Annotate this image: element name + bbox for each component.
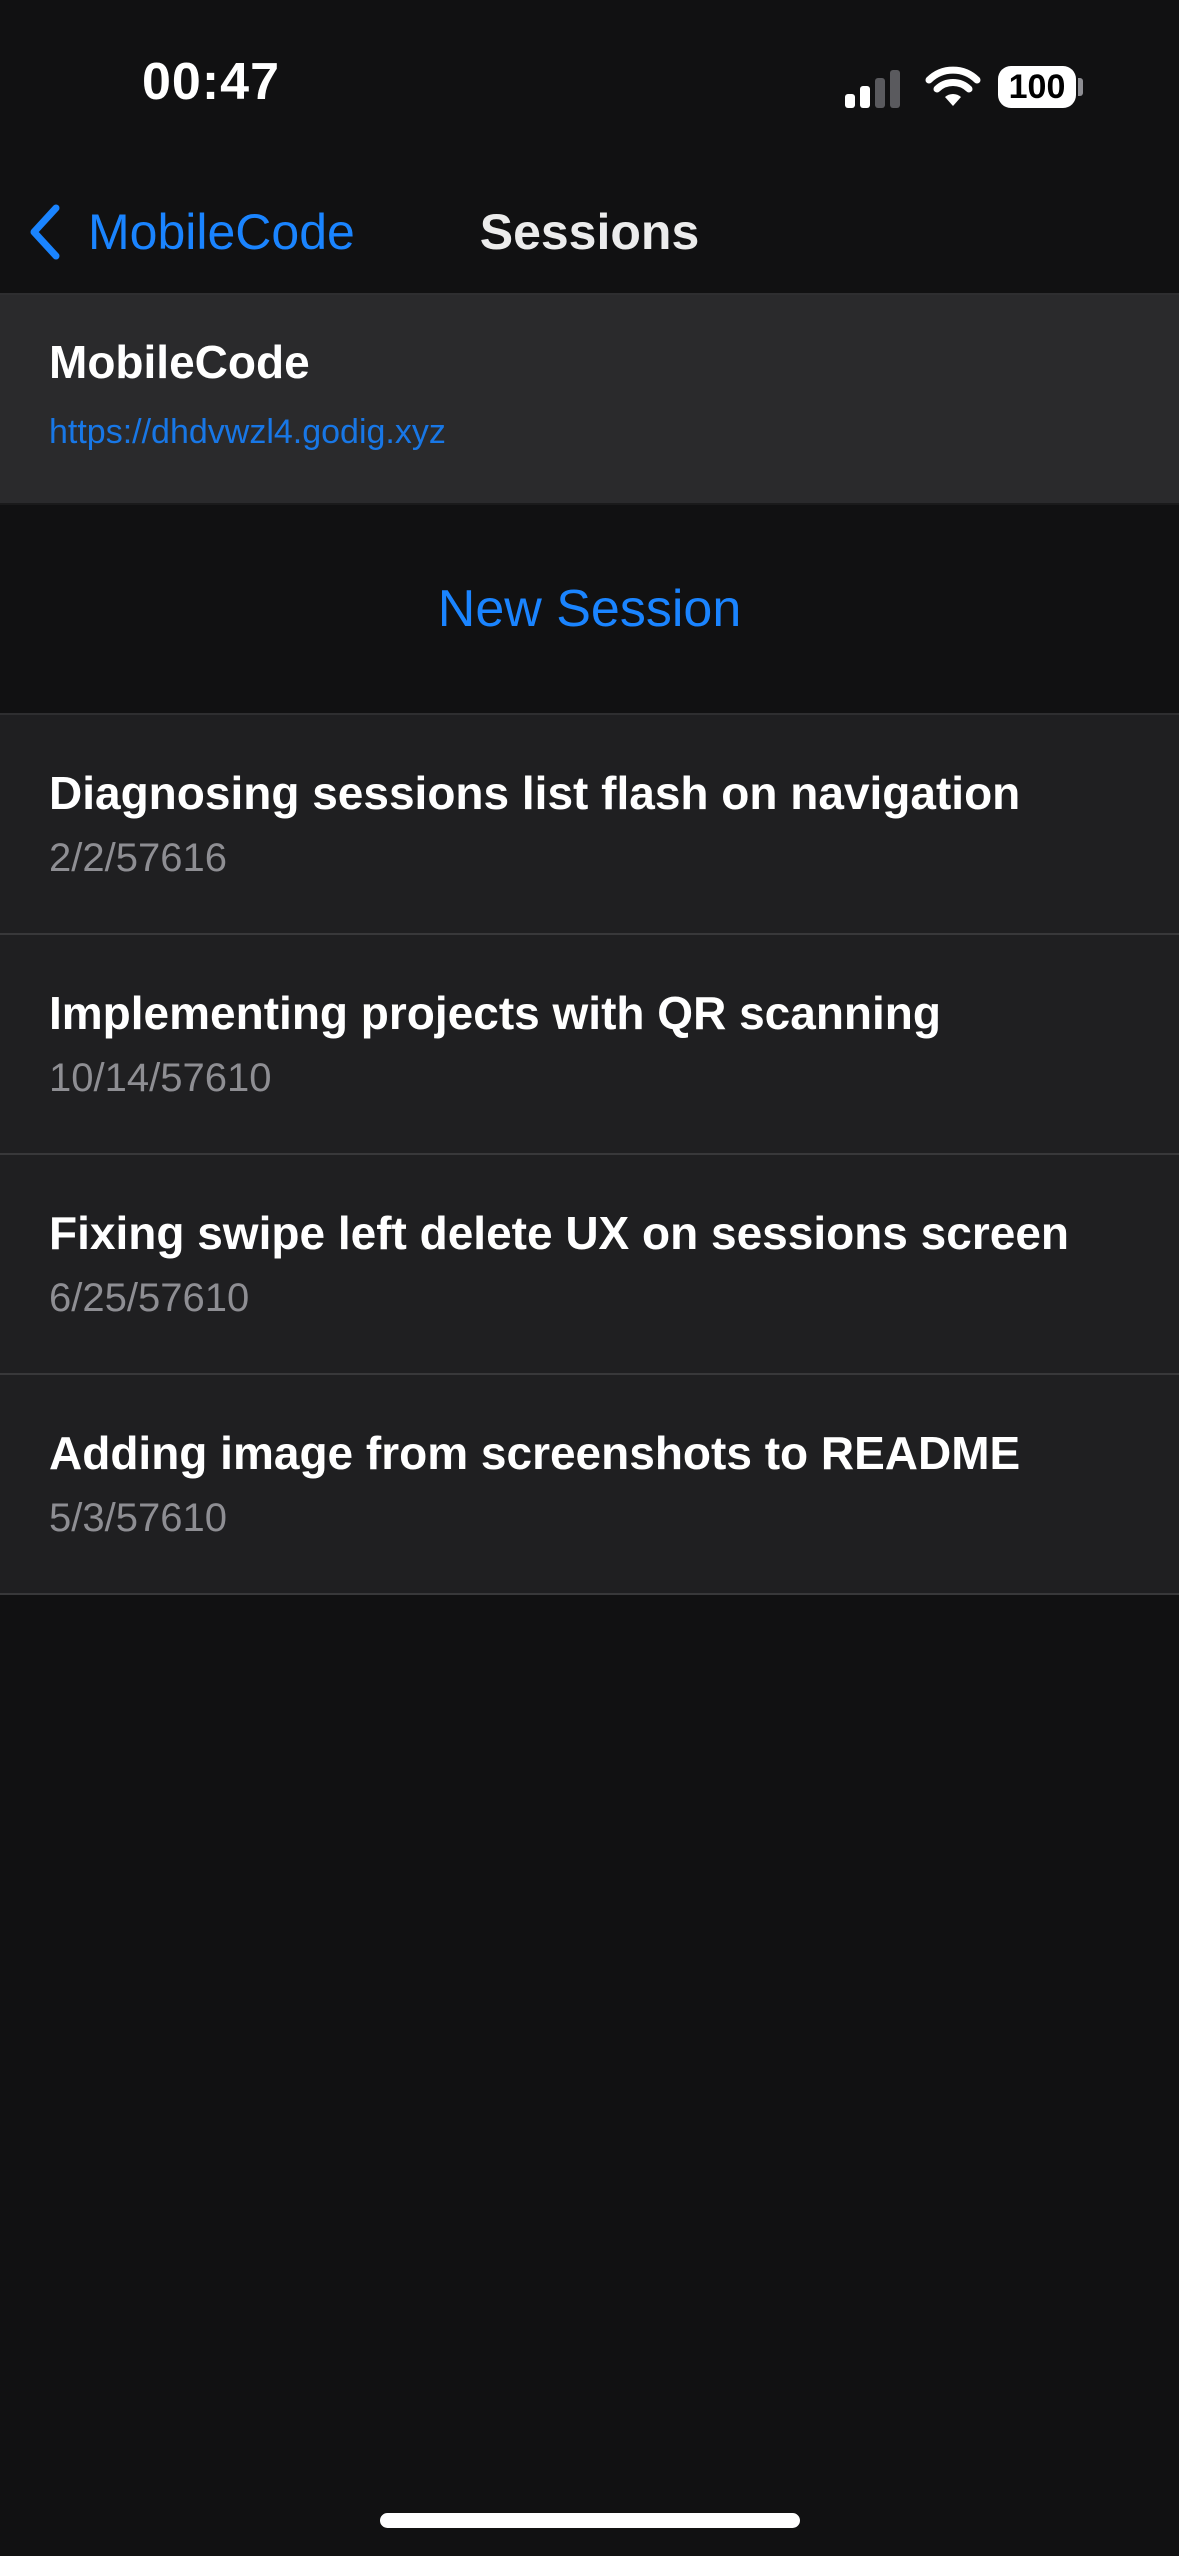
home-indicator[interactable] [380, 2513, 800, 2528]
session-title: Adding image from screenshots to README [49, 1427, 1021, 1479]
wifi-icon [925, 66, 981, 106]
project-header: MobileCode https://dhdvwzl4.godig.xyz [0, 295, 1179, 505]
battery-nub [1078, 78, 1083, 96]
session-date: 10/14/57610 [49, 1056, 272, 1100]
session-row[interactable]: Adding image from screenshots to README … [0, 1375, 1179, 1595]
chevron-left-icon [30, 204, 60, 260]
session-title: Diagnosing sessions list flash on naviga… [49, 767, 1021, 819]
new-session-label: New Session [437, 580, 742, 638]
session-date: 2/2/57616 [49, 836, 227, 880]
new-session-button[interactable]: New Session [0, 505, 1179, 715]
project-url-link[interactable]: https://dhdvwzl4.godig.xyz [49, 413, 446, 452]
session-row[interactable]: Implementing projects with QR scanning 1… [0, 935, 1179, 1155]
status-bar: 00:47 100 [0, 0, 1179, 170]
session-date: 5/3/57610 [49, 1496, 227, 1540]
session-row[interactable]: Diagnosing sessions list flash on naviga… [0, 715, 1179, 935]
project-name: MobileCode [49, 336, 310, 388]
navigation-bar: MobileCode Sessions [0, 170, 1179, 295]
session-date: 6/25/57610 [49, 1276, 250, 1320]
status-time: 00:47 [142, 53, 280, 111]
session-title: Fixing swipe left delete UX on sessions … [49, 1207, 1069, 1259]
back-button-label: MobileCode [88, 204, 355, 260]
cellular-signal-icon [845, 68, 905, 108]
back-button[interactable]: MobileCode [24, 194, 355, 270]
session-row[interactable]: Fixing swipe left delete UX on sessions … [0, 1155, 1179, 1375]
session-title: Implementing projects with QR scanning [49, 987, 941, 1039]
battery-icon: 100 [998, 66, 1076, 108]
session-list: Diagnosing sessions list flash on naviga… [0, 715, 1179, 1595]
